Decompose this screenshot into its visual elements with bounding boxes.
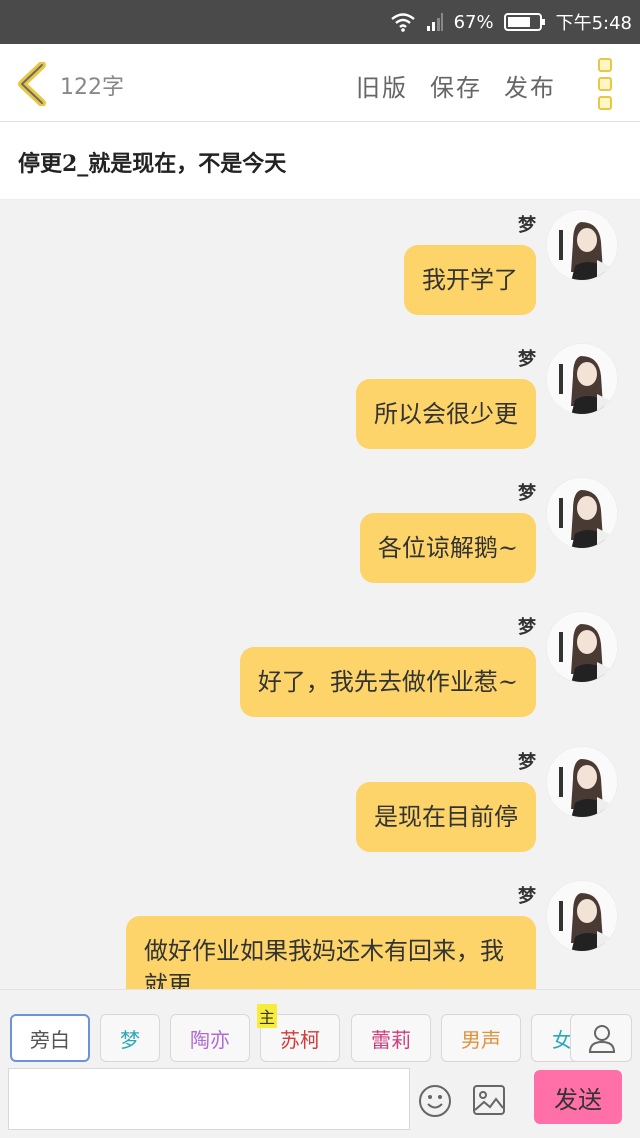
chat-area[interactable]: 梦 我开学了 梦 所以会很少更 梦 各位谅解鹅~ 梦 好了，我先去做作业惹~ 梦…: [0, 201, 640, 989]
message-bubble[interactable]: 是现在目前停: [356, 782, 536, 852]
role-narrator[interactable]: 旁白: [10, 1014, 90, 1062]
message-bubble[interactable]: 各位谅解鹅~: [359, 513, 536, 583]
role-taoyi[interactable]: 陶亦: [170, 1014, 250, 1062]
speaker-name: 梦: [518, 215, 536, 236]
battery-percent: 67%: [453, 11, 494, 33]
status-bar-right: 67% 下午5:48: [390, 0, 632, 44]
compose-panel: 旁白 梦 陶亦 苏柯 蕾莉 男声 女 主 发送: [0, 989, 640, 1138]
speaker-name: 梦: [518, 349, 536, 370]
avatar[interactable]: [546, 209, 618, 281]
avatar-image: [547, 881, 617, 951]
avatar[interactable]: [546, 343, 618, 415]
chapter-title-bar[interactable]: 停更2_就是现在，不是今天: [0, 122, 640, 200]
role-label: 梦: [120, 1027, 140, 1052]
send-button[interactable]: 发送: [534, 1070, 622, 1124]
add-role-button[interactable]: [570, 1014, 632, 1062]
wifi-icon: [390, 13, 415, 32]
role-selector: 旁白 梦 陶亦 苏柯 蕾莉 男声 女: [0, 1014, 640, 1064]
editor-toolbar: 122字 旧版 保存 发布: [0, 44, 640, 122]
speaker-name: 梦: [518, 752, 536, 773]
old-version-button[interactable]: 旧版: [356, 68, 408, 103]
chapter-title: 停更2_就是现在，不是今天: [18, 151, 287, 177]
publish-button[interactable]: 发布: [504, 68, 556, 103]
speaker-name: 梦: [518, 886, 536, 907]
role-label: 男声: [461, 1027, 501, 1052]
avatar-image: [547, 210, 617, 280]
role-label: 陶亦: [190, 1027, 230, 1052]
speaker-name: 梦: [518, 617, 536, 638]
message-bubble[interactable]: 做好作业如果我妈还木有回来，我就更: [126, 916, 536, 989]
signal-icon: [426, 13, 443, 31]
user-icon: [588, 1025, 616, 1053]
word-count: 122字: [60, 75, 124, 100]
role-label: 旁白: [30, 1027, 70, 1052]
status-time: 下午5:48: [555, 13, 632, 34]
more-menu-icon[interactable]: [598, 58, 616, 110]
more-dot: [598, 96, 612, 110]
save-button[interactable]: 保存: [430, 68, 482, 103]
role-meng[interactable]: 梦: [100, 1014, 160, 1062]
message-bubble[interactable]: 我开学了: [404, 245, 536, 315]
emoji-icon[interactable]: [418, 1084, 452, 1118]
avatar-image: [547, 478, 617, 548]
message-bubble[interactable]: 所以会很少更: [356, 379, 536, 449]
avatar[interactable]: [546, 746, 618, 818]
role-male-voice[interactable]: 男声: [441, 1014, 521, 1062]
avatar[interactable]: [546, 880, 618, 952]
role-label: 蕾莉: [371, 1027, 411, 1052]
role-label: 苏柯: [280, 1027, 320, 1052]
role-label: 女: [552, 1027, 572, 1052]
more-dot: [598, 58, 612, 72]
message-input[interactable]: [8, 1068, 410, 1130]
avatar-image: [547, 344, 617, 414]
avatar[interactable]: [546, 611, 618, 683]
more-dot: [598, 77, 612, 91]
battery-icon: [503, 13, 545, 31]
main-role-tag: 主: [257, 1004, 277, 1028]
avatar[interactable]: [546, 477, 618, 549]
message-bubble[interactable]: 好了，我先去做作业惹~: [239, 647, 536, 717]
avatar-image: [547, 747, 617, 817]
status-bar: 67% 下午5:48: [0, 0, 640, 44]
speaker-name: 梦: [518, 483, 536, 504]
back-chevron-icon[interactable]: [14, 62, 52, 106]
avatar-image: [547, 612, 617, 682]
role-leili[interactable]: 蕾莉: [351, 1014, 431, 1062]
image-icon[interactable]: [472, 1084, 506, 1116]
